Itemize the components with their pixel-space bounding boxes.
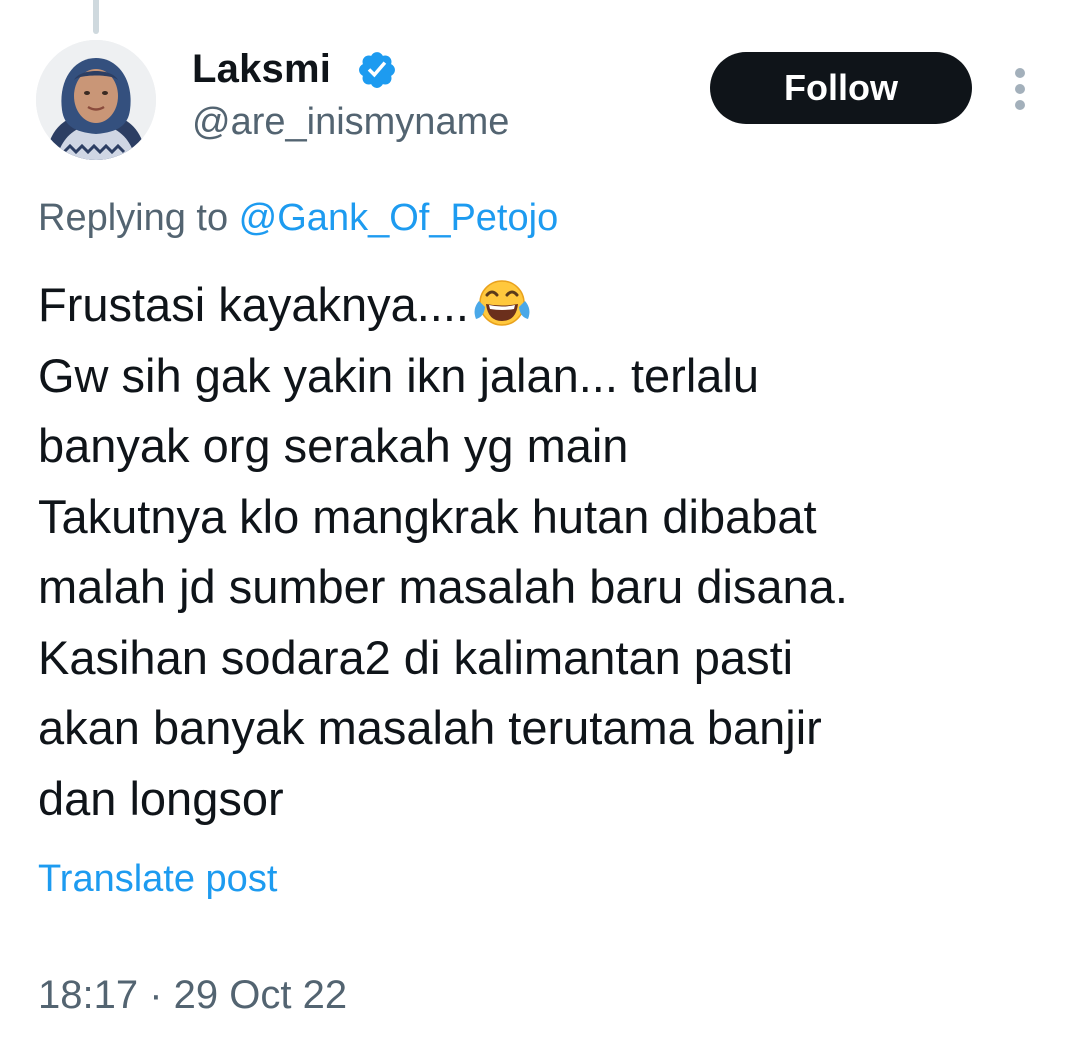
avatar[interactable] [36,40,156,160]
thread-connector-line [93,0,99,34]
reply-target-link[interactable]: @Gank_Of_Petojo [239,197,559,239]
more-dot [1015,68,1025,78]
tweet-line: dan longsor [38,771,284,825]
tweet-line: akan banyak masalah terutama banjir [38,701,822,754]
verified-badge-icon[interactable] [356,49,398,91]
tweet-timestamp[interactable]: 18:17 · 29 Oct 22 [38,970,347,1020]
more-options-icon[interactable] [1002,64,1038,114]
author-display-name[interactable]: Laksmi [192,44,331,94]
face-with-tears-of-joy-icon [474,280,530,326]
follow-button[interactable]: Follow [710,52,972,124]
more-dot [1015,100,1025,110]
translate-post-link[interactable]: Translate post [38,855,277,903]
avatar-image [36,40,156,160]
tweet-line-text: Frustasi kayaknya.... [38,278,469,331]
tweet-line: Takutnya klo mangkrak hutan dibabat [38,489,817,543]
tweet-line: Gw sih gak yakin ikn jalan... terlalu [38,348,759,402]
tweet-text: Frustasi kayaknya.... Gw sih gak yakin i… [38,270,1048,834]
tweet-line: Frustasi kayaknya.... [38,270,1048,341]
author-handle[interactable]: @are_inismyname [192,98,509,146]
more-dot [1015,84,1025,94]
tweet-line: Kasihan sodara2 di kalimantan pasti [38,630,794,684]
tweet-line: banyak org serakah yg main [38,419,629,472]
replying-to-label: Replying to [38,197,239,239]
tweet-line: malah jd sumber masalah baru disana. [38,560,848,613]
replying-to-line: Replying to @Gank_Of_Petojo [38,192,558,244]
